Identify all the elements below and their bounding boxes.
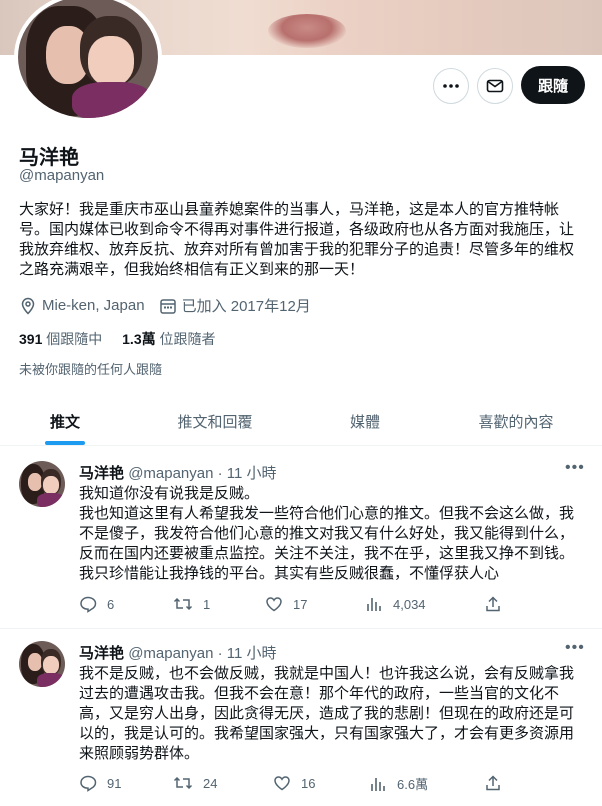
views-button[interactable]: 6.6萬 [369,774,428,793]
followers-link[interactable]: 1.3萬 位跟隨者 [122,331,215,347]
tweet-actions: 91 24 16 6.6萬 [79,774,500,794]
retweet-button[interactable]: 1 [173,595,210,613]
like-count: 17 [293,596,308,612]
following-count: 391 [19,331,43,347]
tweet-text-line: 过去的遭遇攻击我。但我不会在意！那个年代的政府，一些当官的文化不 [79,685,560,702]
tweet-text: 我不是反贼，也不会做反贼，我就是中国人！也许我这么说，会有反贼拿我 过去的遭遇攻… [79,664,584,764]
tweet-actions: 6 1 17 4,034 [79,595,500,615]
followers-count: 1.3萬 [122,331,156,347]
profile-name: 马洋艳 [19,147,79,169]
tweet-avatar[interactable] [19,461,65,507]
tweet-author-name[interactable]: 马洋艳 [79,645,124,662]
tweet-text-line: 来照顾弱势群体。 [79,745,200,762]
retweet-count: 24 [203,775,218,791]
profile-location: Mie-ken, Japan [42,297,145,314]
tweet-text-line: 高，又是穷人出身，因此贪得无厌，造成了我的悲剧！但现在的政府还是可 [79,705,575,722]
followers-label: 位跟隨者 [159,331,216,347]
reply-button[interactable]: 91 [79,774,121,792]
tab-tweets-replies[interactable]: 推文和回覆 [130,398,300,445]
share-button[interactable] [484,774,512,792]
following-label: 個跟隨中 [46,331,103,347]
profile-joined: 已加入 2017年12月 [181,298,311,315]
tweet-text-line: 反而在国内还要被重点监控。关注不关注，我不在乎，这里我又挣不到钱。 [79,545,575,562]
views-count: 6.6萬 [397,777,429,792]
profile-meta: Mie-ken, Japan 已加入 2017年12月 [19,295,311,316]
tab-tweets[interactable]: 推文 [0,398,130,445]
like-button[interactable]: 16 [273,774,315,792]
reply-icon [80,596,97,613]
not-followed-note: 未被你跟隨的任何人跟隨 [19,362,163,377]
tweet-author-handle[interactable]: @mapanyan [128,645,213,662]
retweet-icon [173,597,193,611]
like-button[interactable]: 17 [265,595,307,613]
tweet-time[interactable]: · 11 小時 [218,465,277,482]
heart-icon [274,776,290,791]
retweet-icon [173,776,193,790]
retweet-button[interactable]: 24 [173,774,217,792]
tweet-text-line: 我知道你没有说我是反贼。 [79,485,260,502]
share-button[interactable] [484,595,512,613]
reply-icon [80,775,97,792]
location-pin-icon [21,297,35,315]
views-chart-icon [371,777,385,791]
tweet-header: 马洋艳 @mapanyan · 11 小時 [79,642,277,663]
reply-count: 91 [107,775,122,791]
tweet-author-handle[interactable]: @mapanyan [128,465,213,482]
share-icon [486,596,500,612]
profile-bio: 大家好！我是重庆市巫山县童养媳案件的当事人，马洋艳，这是本人的官方推特帐号。国内… [19,201,575,278]
calendar-icon [159,298,176,314]
follow-button[interactable]: 跟隨 [521,66,585,104]
tab-likes[interactable]: 喜歡的內容 [430,398,602,445]
profile-avatar[interactable] [14,0,162,122]
tweet-text-line: 以的，我是认可的。我希望国家强大，只有国家强大了，才会有更多资源用 [79,725,575,742]
message-button[interactable] [477,68,513,104]
views-chart-icon [367,598,381,611]
views-button[interactable]: 4,034 [365,595,426,613]
reply-button[interactable]: 6 [79,595,114,613]
tweet-more-icon[interactable]: ••• [565,459,585,477]
tweet-text-line: 我也知道这里有人希望我发一些符合他们心意的推文。但我不会这么做，我 [79,505,575,522]
tweet-text-line: 我不是反贼，也不会做反贼，我就是中国人！也许我这么说，会有反贼拿我 [79,665,575,682]
like-count: 16 [301,775,316,791]
more-options-button[interactable] [433,68,469,104]
heart-icon [266,597,282,612]
tweet[interactable]: 马洋艳 @mapanyan · 11 小時 ••• 我知道你没有说我是反贼。 我… [0,447,602,629]
reply-count: 6 [107,596,115,612]
mail-icon [486,79,504,93]
more-icon [443,84,459,88]
profile-handle: @mapanyan [19,167,105,184]
tweet-text: 我知道你没有说我是反贼。 我也知道这里有人希望我发一些符合他们心意的推文。但我不… [79,484,584,584]
retweet-count: 1 [203,596,211,612]
tweet-author-name[interactable]: 马洋艳 [79,465,124,482]
tweet-more-icon[interactable]: ••• [565,639,585,657]
profile-tabs: 推文 推文和回覆 媒體 喜歡的內容 [0,398,602,446]
views-count: 4,034 [393,596,426,612]
tweet-text-line: 我只珍惜能让我挣钱的平台。其实有些反贼很蠢，不懂俘获人心 [79,565,500,582]
tab-media[interactable]: 媒體 [300,398,430,445]
follow-counts: 391 個跟隨中 1.3萬 位跟隨者 [19,329,216,349]
tweet-avatar[interactable] [19,641,65,687]
tweet-header: 马洋艳 @mapanyan · 11 小時 [79,462,277,483]
tweet-time[interactable]: · 11 小時 [218,645,277,662]
tweet[interactable]: 马洋艳 @mapanyan · 11 小時 ••• 我不是反贼，也不会做反贼，我… [0,629,602,806]
following-link[interactable]: 391 個跟隨中 [19,331,102,347]
banner-photo [268,14,346,48]
tweet-text-line: 不是傻子，我发符合他们心意的推文对我又有什么好处，我又能得到什么， [79,525,575,542]
share-icon [486,775,500,791]
